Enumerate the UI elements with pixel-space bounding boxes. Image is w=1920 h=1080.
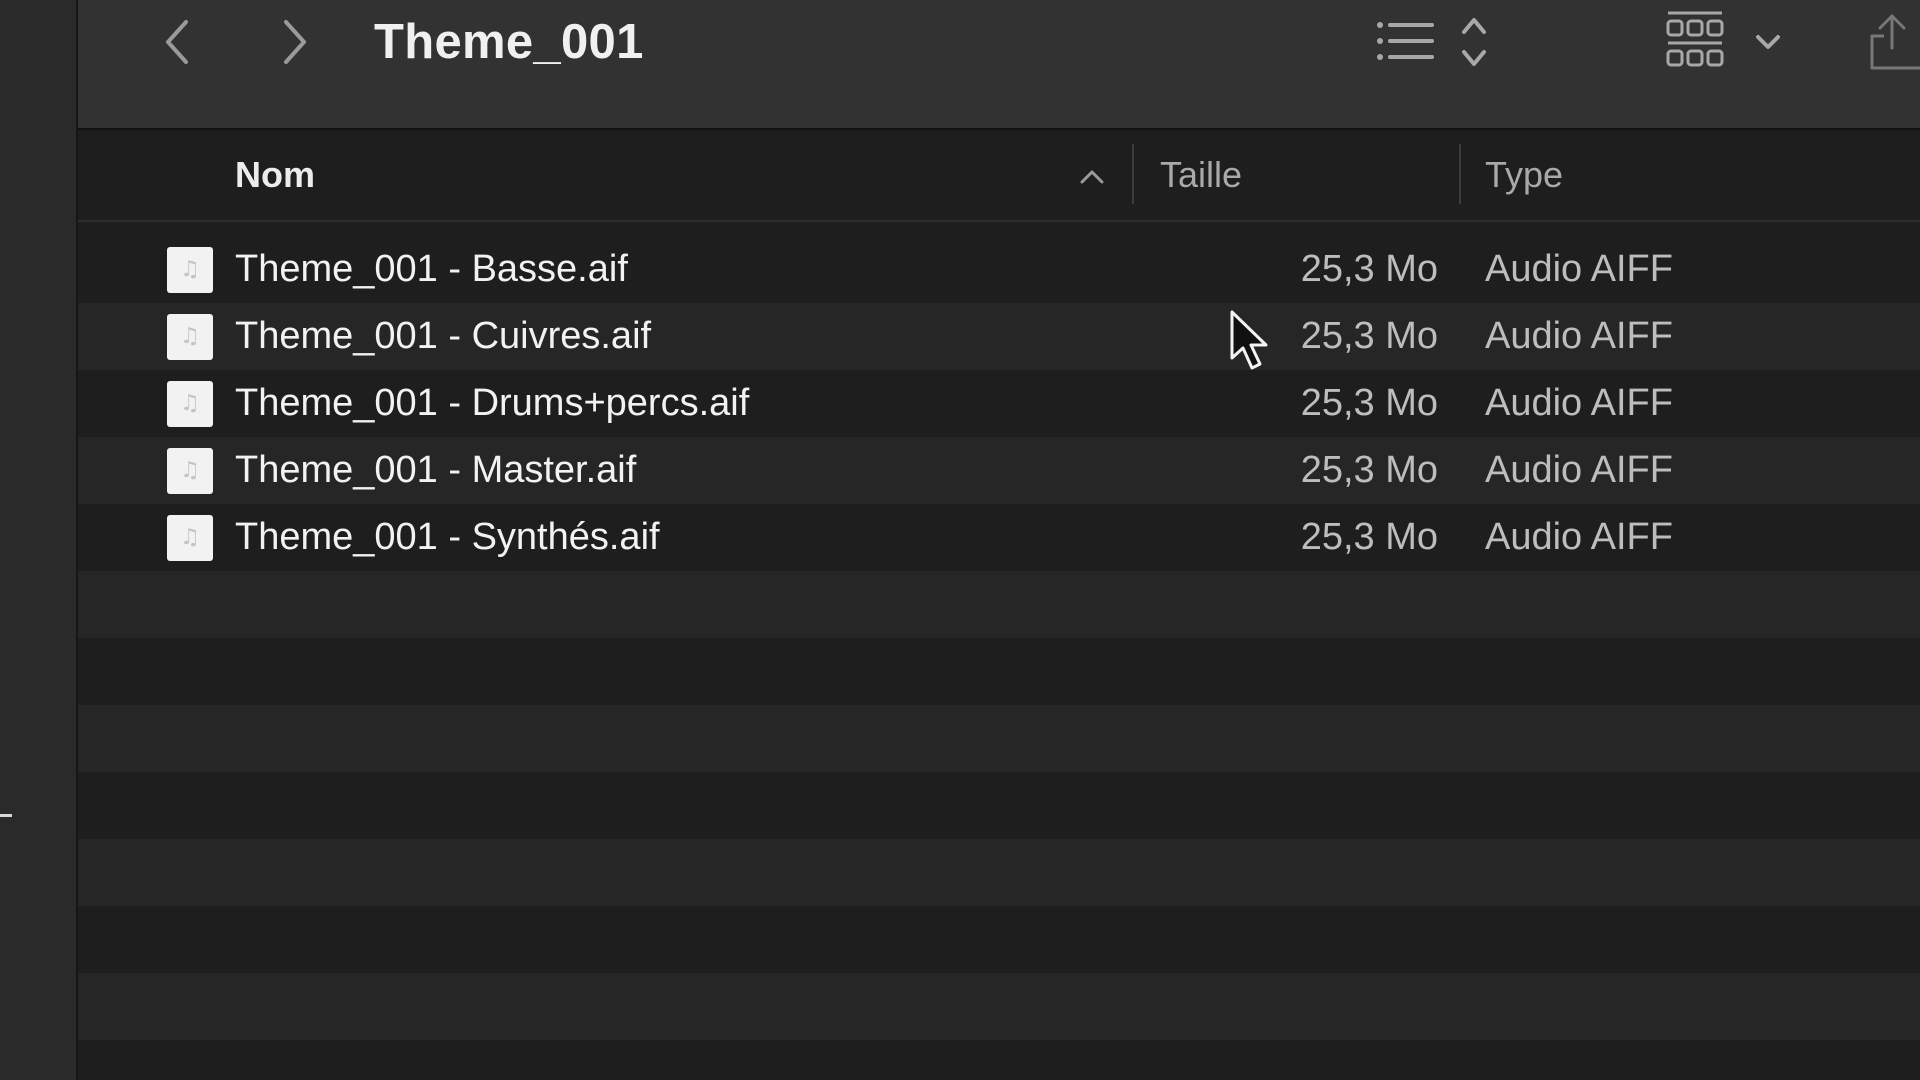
file-row[interactable]: ♫ Theme_001 - Drums+percs.aif 25,3 Mo Au…	[78, 370, 1920, 437]
audio-file-icon: ♫	[167, 381, 213, 427]
sidebar-marker	[0, 814, 12, 817]
empty-row	[78, 839, 1920, 906]
group-button[interactable]	[1662, 6, 1792, 78]
file-name: Theme_001 - Synthés.aif	[235, 516, 660, 558]
column-header-name[interactable]: Nom	[235, 130, 315, 220]
file-size: 25,3 Mo	[1300, 315, 1438, 357]
file-row[interactable]: ♫ Theme_001 - Master.aif 25,3 Mo Audio A…	[78, 437, 1920, 504]
file-size: 25,3 Mo	[1300, 382, 1438, 424]
file-list: ♫ Theme_001 - Basse.aif 25,3 Mo Audio AI…	[78, 236, 1920, 571]
column-header: Nom Taille Type	[78, 130, 1920, 222]
share-button[interactable]	[1862, 2, 1920, 76]
file-type: Audio AIFF	[1485, 449, 1673, 491]
empty-row	[78, 638, 1920, 705]
column-divider[interactable]	[1132, 144, 1134, 204]
audio-file-icon: ♫	[167, 247, 213, 293]
file-name: Theme_001 - Cuivres.aif	[235, 315, 652, 357]
empty-row	[78, 705, 1920, 772]
file-type: Audio AIFF	[1485, 382, 1673, 424]
file-row[interactable]: ♫ Theme_001 - Cuivres.aif 25,3 Mo Audio …	[78, 303, 1920, 370]
column-header-type[interactable]: Type	[1485, 130, 1563, 220]
file-name: Theme_001 - Drums+percs.aif	[235, 382, 750, 424]
file-size: 25,3 Mo	[1300, 248, 1438, 290]
empty-row	[78, 772, 1920, 839]
toolbar: Theme_001	[78, 0, 1920, 130]
column-header-size[interactable]: Taille	[1160, 130, 1242, 220]
forward-button[interactable]	[262, 10, 326, 74]
file-row[interactable]: ♫ Theme_001 - Basse.aif 25,3 Mo Audio AI…	[78, 236, 1920, 303]
file-name: Theme_001 - Master.aif	[235, 449, 637, 491]
back-button[interactable]	[146, 10, 210, 74]
empty-row	[78, 906, 1920, 973]
grid-group-icon	[1666, 11, 1780, 67]
column-divider[interactable]	[1459, 144, 1461, 204]
view-options-button[interactable]	[1374, 10, 1504, 74]
file-size: 25,3 Mo	[1300, 516, 1438, 558]
chevron-left-icon	[166, 20, 188, 64]
file-type: Audio AIFF	[1485, 516, 1673, 558]
sidebar-edge	[0, 0, 78, 1080]
list-view-icon	[1377, 18, 1486, 66]
file-row[interactable]: ♫ Theme_001 - Synthés.aif 25,3 Mo Audio …	[78, 504, 1920, 571]
empty-list-area[interactable]	[78, 571, 1920, 1040]
window-title: Theme_001	[374, 15, 644, 69]
file-size: 25,3 Mo	[1300, 449, 1438, 491]
file-type: Audio AIFF	[1485, 315, 1673, 357]
chevron-right-icon	[284, 20, 306, 64]
empty-row	[78, 571, 1920, 638]
empty-row	[78, 973, 1920, 1040]
audio-file-icon: ♫	[167, 515, 213, 561]
audio-file-icon: ♫	[167, 314, 213, 360]
finder-window: Theme_001 Nom Taille Type ♫ Theme_001 - …	[78, 0, 1920, 1080]
file-type: Audio AIFF	[1485, 248, 1673, 290]
sort-ascending-icon[interactable]	[1074, 158, 1110, 194]
file-name: Theme_001 - Basse.aif	[235, 248, 628, 290]
share-icon	[1870, 14, 1920, 70]
audio-file-icon: ♫	[167, 448, 213, 494]
